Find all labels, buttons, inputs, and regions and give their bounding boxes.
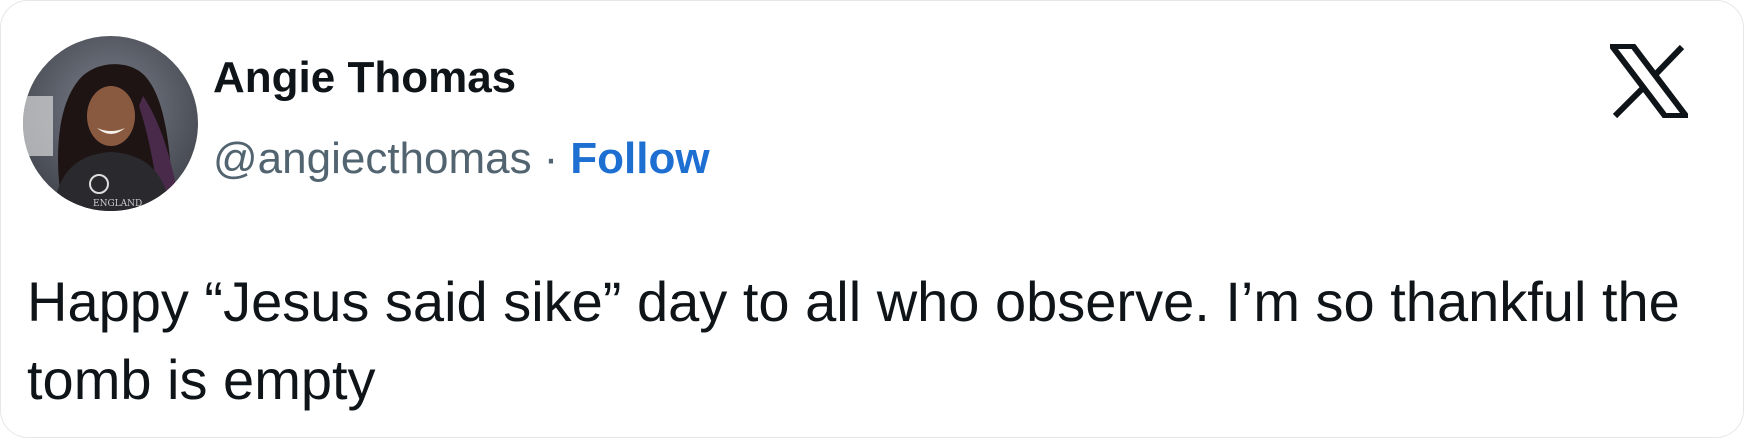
avatar-image: ENGLAND	[23, 36, 198, 211]
separator-dot: ·	[543, 134, 559, 183]
follow-button[interactable]: Follow	[570, 134, 709, 183]
tweet-text: Happy “Jesus said sike” day to all who o…	[27, 270, 1680, 411]
author-handle[interactable]: @angiecthomas	[213, 134, 532, 183]
tweet-card: ENGLAND Angie Thomas @angiecthomas · Follo…	[0, 0, 1744, 438]
author-name[interactable]: Angie Thomas	[213, 51, 516, 105]
avatar-badge-text: ENGLAND	[93, 199, 142, 209]
handle-row: @angiecthomas · Follow	[213, 131, 710, 187]
x-logo-icon[interactable]	[1605, 43, 1693, 119]
avatar[interactable]: ENGLAND	[23, 36, 198, 211]
